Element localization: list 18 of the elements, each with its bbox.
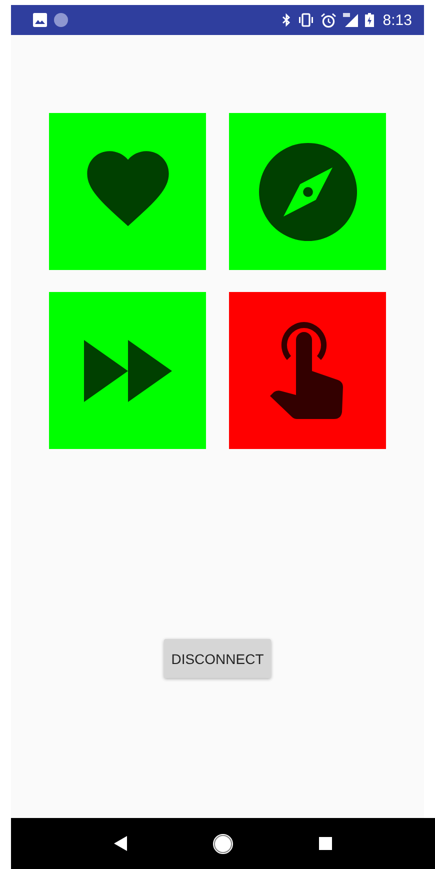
lte-signal-icon [342,13,358,27]
image-icon [33,13,47,27]
disconnect-button[interactable]: DISCONNECT [164,639,271,678]
touch-icon [270,322,346,420]
tile-button[interactable] [49,113,206,270]
home-icon[interactable] [213,834,233,854]
alarm-icon [320,12,336,28]
tile-button[interactable] [229,113,386,270]
back-icon[interactable] [114,836,127,851]
battery-icon [364,13,374,27]
circle-icon [54,13,68,27]
tile-button[interactable] [229,292,386,449]
fast-forward-icon [84,340,172,402]
vibrate-icon [298,13,314,27]
clock-time: 8:13 [382,12,412,28]
compass-icon [258,142,356,240]
bluetooth-icon [282,13,291,27]
tile-button[interactable] [49,292,206,449]
